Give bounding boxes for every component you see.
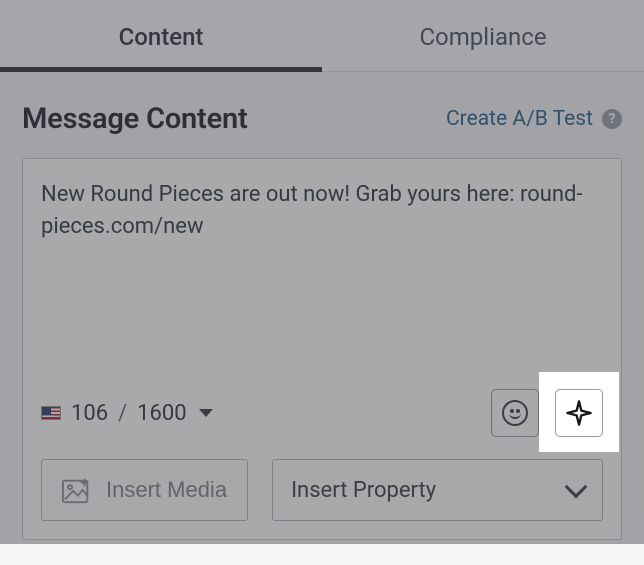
tab-bar: Content Compliance: [0, 0, 644, 72]
char-limit: 1600: [137, 401, 186, 426]
char-count-separator: /: [118, 401, 127, 426]
insert-media-label: Insert Media: [106, 477, 227, 503]
message-input[interactable]: New Round Pieces are out now! Grab yours…: [41, 179, 603, 379]
page-title: Message Content: [22, 102, 248, 136]
insert-property-label: Insert Property: [291, 478, 436, 503]
image-plus-icon: [62, 476, 92, 504]
tab-content[interactable]: Content: [0, 23, 322, 71]
chevron-down-icon: [565, 476, 588, 499]
create-ab-test-label: Create A/B Test: [446, 107, 593, 131]
create-ab-test-link[interactable]: Create A/B Test ?: [446, 107, 622, 131]
char-counter[interactable]: 106 / 1600: [41, 401, 213, 426]
char-count: 106: [71, 401, 108, 426]
emoji-button[interactable]: [491, 389, 539, 437]
message-editor-box: New Round Pieces are out now! Grab yours…: [22, 158, 622, 540]
smiley-icon: [502, 400, 528, 426]
help-icon[interactable]: ?: [602, 109, 622, 129]
insert-media-button[interactable]: Insert Media: [41, 459, 248, 521]
sparkle-icon: [565, 399, 593, 427]
chevron-down-icon: [199, 409, 213, 417]
tab-compliance[interactable]: Compliance: [322, 23, 644, 71]
us-flag-icon: [41, 406, 61, 420]
insert-property-select[interactable]: Insert Property: [272, 459, 603, 521]
ai-sparkle-button[interactable]: [555, 389, 603, 437]
